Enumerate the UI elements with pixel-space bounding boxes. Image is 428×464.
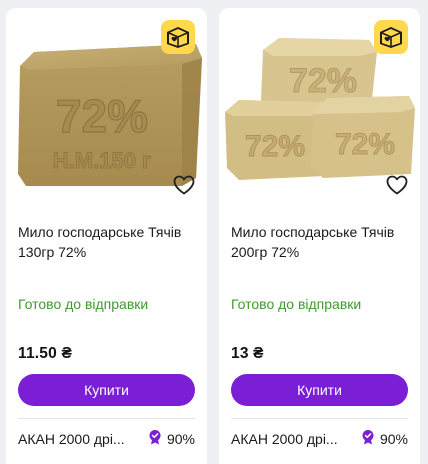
product-title[interactable]: Мило господарське Тячів 200гр 72% <box>231 222 411 262</box>
buy-button[interactable]: Купити <box>18 374 195 406</box>
product-price: 13 ₴ <box>231 345 264 362</box>
product-title[interactable]: Мило господарське Тячів 130гр 72% <box>18 222 198 262</box>
rating-badge-icon <box>147 429 163 448</box>
rating-value: 90% <box>166 430 195 447</box>
delivery-box-icon <box>161 20 195 54</box>
favorite-heart-icon[interactable] <box>171 172 197 198</box>
product-price: 11.50 ₴ <box>18 345 72 362</box>
product-card[interactable]: 72% Н.М.150 г Мило господарське Тячів 13… <box>6 8 207 464</box>
svg-text:72%: 72% <box>56 90 148 142</box>
delivery-box-icon <box>374 20 408 54</box>
favorite-heart-icon[interactable] <box>384 172 410 198</box>
product-image[interactable]: 72% Н.М.150 г <box>6 8 207 208</box>
rating-badge-icon <box>360 429 376 448</box>
svg-text:72%: 72% <box>335 128 395 161</box>
svg-text:Н.М.150 г: Н.М.150 г <box>53 148 151 173</box>
svg-text:72%: 72% <box>245 130 305 163</box>
divider <box>18 418 195 419</box>
seller-rating: 90% <box>147 429 195 448</box>
product-image[interactable]: 72% 72% 72% <box>219 8 420 208</box>
buy-button[interactable]: Купити <box>231 374 408 406</box>
seller-name[interactable]: АКАН 2000 дрі... <box>18 431 138 447</box>
divider <box>231 418 408 419</box>
seller-rating: 90% <box>360 429 408 448</box>
stock-status: Готово до відправки <box>18 296 149 312</box>
product-card[interactable]: 72% 72% 72% Мило господарське Тячів 200г… <box>219 8 420 464</box>
seller-name[interactable]: АКАН 2000 дрі... <box>231 431 351 447</box>
stock-status: Готово до відправки <box>231 296 362 312</box>
svg-text:72%: 72% <box>289 62 357 100</box>
rating-value: 90% <box>379 430 408 447</box>
